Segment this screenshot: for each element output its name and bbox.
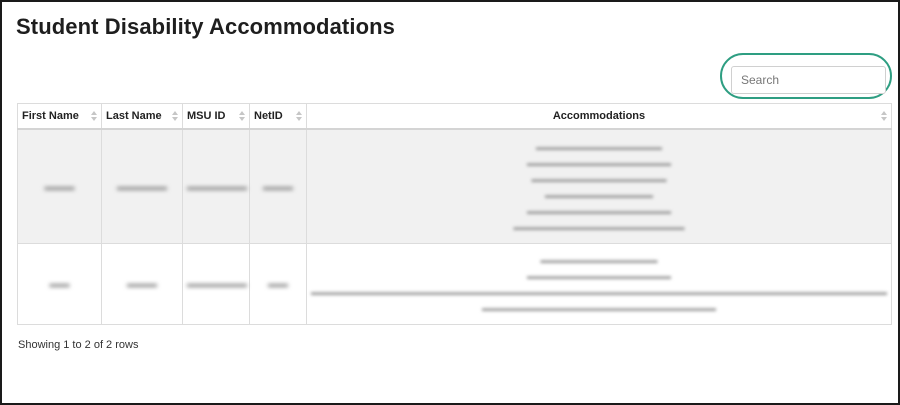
sort-icon[interactable] [296,111,302,121]
cell-msu-id-redacted: ▬▬▬▬▬▬ [182,128,250,244]
table-row[interactable]: ▬▬ ▬▬▬ ▬▬▬▬▬▬ ▬▬ ▬▬▬▬▬▬▬▬▬▬▬▬▬ ▬▬▬▬▬▬▬▬▬… [17,243,892,325]
column-header-label: Last Name [106,110,162,122]
column-header-label: NetID [254,110,283,122]
sort-icon[interactable] [172,111,178,121]
column-header-last-name[interactable]: Last Name [101,103,183,130]
column-header-label: First Name [22,110,79,122]
sort-icon[interactable] [239,111,245,121]
column-header-label: Accommodations [552,110,646,122]
column-header-netid[interactable]: NetID [249,103,307,130]
cell-last-name-redacted: ▬▬▬▬▬ [101,128,183,244]
table-header-row: First Name Last Name MSU ID NetID Accomm… [17,103,892,130]
page-title: Student Disability Accommodations [16,14,395,39]
cell-netid-redacted: ▬▬ [249,243,307,325]
column-header-label: MSU ID [187,110,226,122]
column-header-msu-id[interactable]: MSU ID [182,103,250,130]
cell-msu-id-redacted: ▬▬▬▬▬▬ [182,243,250,325]
table-row[interactable]: ▬▬▬ ▬▬▬▬▬ ▬▬▬▬▬▬ ▬▬▬ ▬▬▬▬▬▬▬▬▬▬▬▬▬▬ ▬▬▬▬… [17,128,892,244]
sort-icon[interactable] [91,111,97,121]
column-header-accommodations[interactable]: Accommodations [306,103,892,130]
cell-accommodations-redacted: ▬▬▬▬▬▬▬▬▬▬▬▬▬ ▬▬▬▬▬▬▬▬▬▬▬▬▬▬▬▬ ▬▬▬▬▬▬▬▬▬… [306,243,892,325]
column-header-first-name[interactable]: First Name [17,103,102,130]
accommodations-table: First Name Last Name MSU ID NetID Accomm… [17,103,892,325]
search-input[interactable] [731,66,886,94]
pagination-summary: Showing 1 to 2 of 2 rows [18,339,139,351]
cell-first-name-redacted: ▬▬▬ [17,128,102,244]
sort-icon[interactable] [881,111,887,121]
cell-first-name-redacted: ▬▬ [17,243,102,325]
cell-netid-redacted: ▬▬▬ [249,128,307,244]
cell-accommodations-redacted: ▬▬▬▬▬▬▬▬▬▬▬▬▬▬ ▬▬▬▬▬▬▬▬▬▬▬▬▬▬▬▬ ▬▬▬▬▬▬▬▬… [306,128,892,244]
cell-last-name-redacted: ▬▬▬ [101,243,183,325]
